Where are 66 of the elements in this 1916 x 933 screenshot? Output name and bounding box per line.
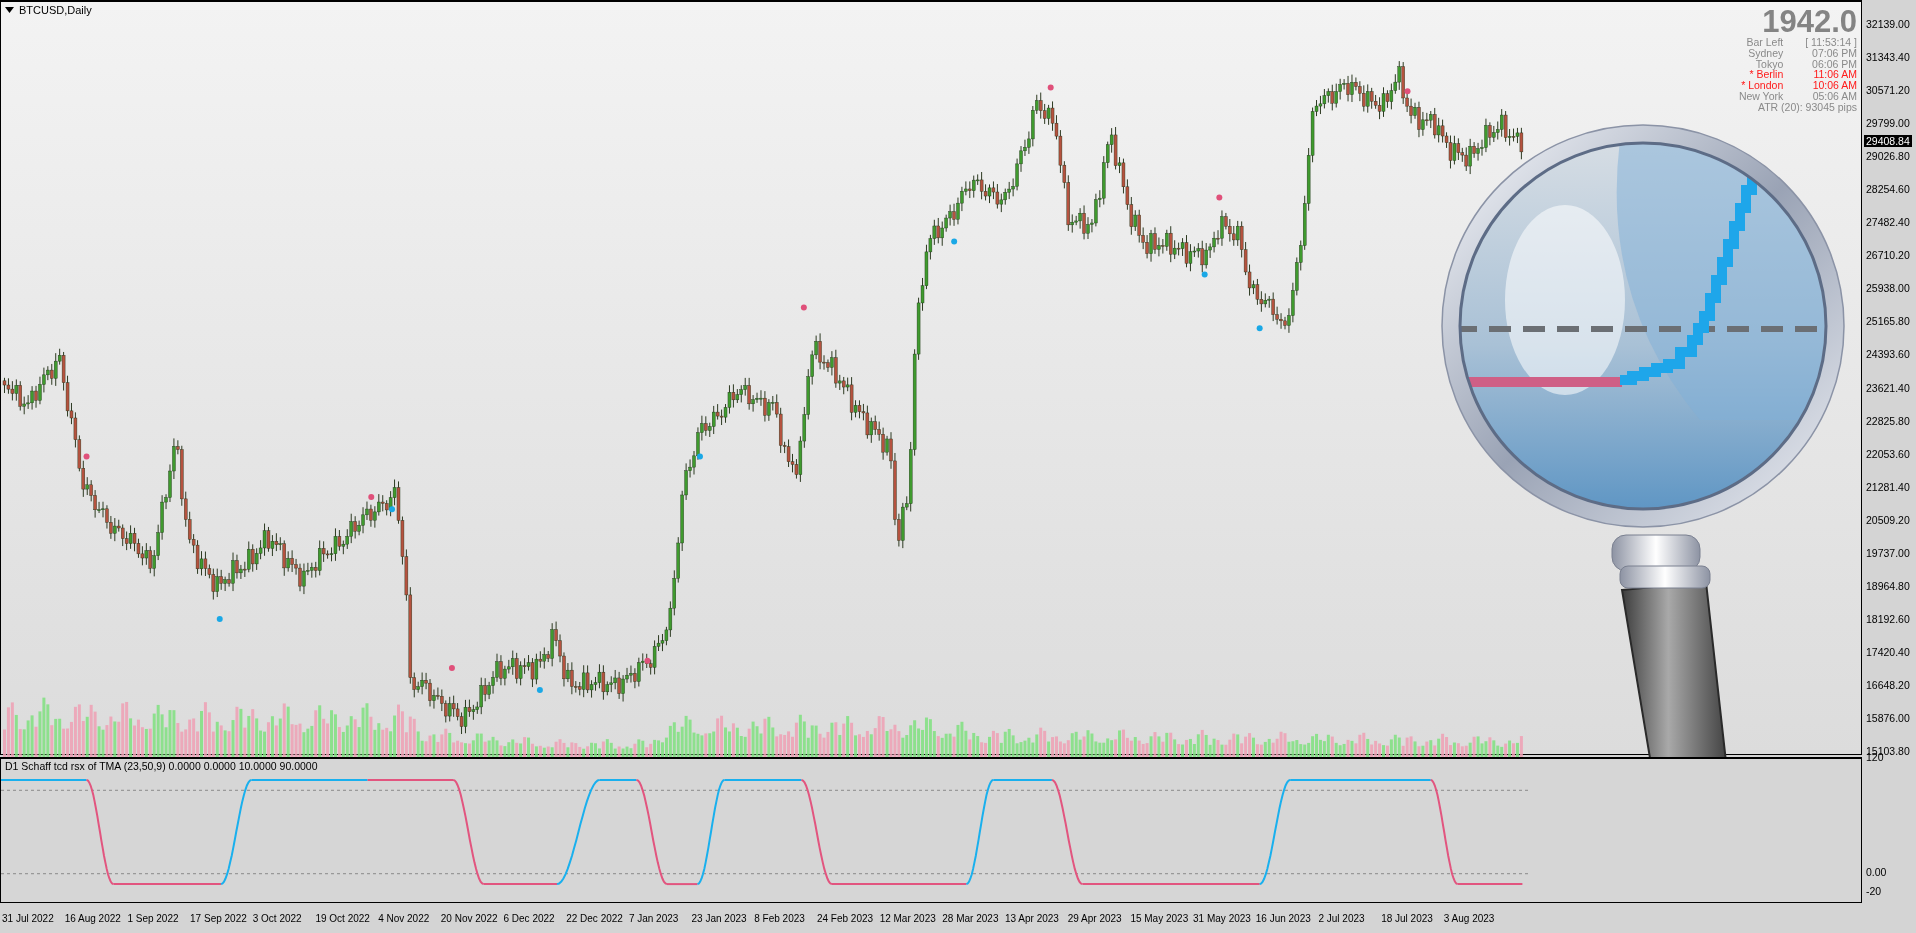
price-axis-label: 28254.60 (1866, 183, 1910, 196)
price-axis-label: 30571.20 (1866, 84, 1910, 97)
session-label: New York (1738, 91, 1784, 102)
price-axis-label: 18192.60 (1866, 612, 1910, 625)
spread-value: 1942.0 (1762, 6, 1857, 37)
indicator-axis-label: 0.00 (1866, 865, 1887, 878)
indicator-axis-label: -20 (1866, 885, 1882, 897)
session-time: 11:06 AM (1812, 69, 1857, 81)
price-axis-label: 15876.00 (1866, 711, 1910, 724)
time-axis-label: 4 Nov 2022 (378, 912, 431, 924)
caret-icon[interactable] (5, 7, 14, 13)
session-time: 07:06 PM (1811, 47, 1857, 59)
price-axis-label: 20509.20 (1866, 513, 1910, 526)
price-axis-label: 29026.80 (1866, 150, 1910, 163)
session-time: 10:06 AM (1811, 80, 1857, 91)
session-label: Bar Left (1745, 37, 1784, 48)
price-axis-label: 27482.40 (1866, 216, 1910, 229)
time-axis-label: 7 Jan 2023 (628, 912, 680, 924)
price-axis-label: 25938.00 (1866, 282, 1910, 295)
price-axis-label: 31343.40 (1866, 51, 1910, 64)
price-axis-label: 17420.40 (1866, 645, 1910, 658)
time-axis-label: 12 Mar 2023 (879, 912, 937, 924)
symbol-label: BTCUSD,Daily (19, 4, 92, 16)
price-axis-label: 23621.40 (1866, 381, 1910, 394)
price-axis-label: 21281.40 (1866, 480, 1910, 493)
atr-label: ATR (20): 93045 pips (1757, 101, 1857, 113)
price-axis-label: 26710.20 (1866, 249, 1910, 262)
time-axis-label: 3 Aug 2023 (1443, 912, 1496, 924)
indicator-title: D1 Schaff tcd rsx of TMA (23,50,9) 0.0000 0.0000 10.0000 90.0000 (5, 760, 318, 772)
time-axis-label: 31 Jul 2022 (2, 912, 55, 924)
time-axis-label: 17 Sep 2022 (190, 912, 248, 924)
time-axis-label: 31 May 2023 (1193, 912, 1252, 924)
session-time: 05:06 AM (1811, 91, 1857, 102)
time-axis-label: 6 Dec 2022 (503, 912, 556, 924)
time-axis-label: 19 Oct 2022 (315, 912, 371, 924)
price-axis-label: 18964.80 (1866, 579, 1910, 592)
session-time: 06:06 PM (1811, 58, 1857, 70)
current-price-marker: 29408.84 (1864, 134, 1912, 147)
session-time: [ 11:53:14 ] (1805, 37, 1857, 48)
time-axis-label: 16 Aug 2022 (64, 912, 122, 924)
time-axis-label: 22 Dec 2022 (566, 912, 624, 924)
time-axis-label: 20 Nov 2022 (440, 912, 499, 924)
time-axis-label: 15 May 2023 (1130, 912, 1190, 924)
time-axis-label: 28 Mar 2023 (942, 912, 1000, 924)
price-axis-label: 22825.80 (1866, 414, 1910, 427)
time-axis-label: 18 Jul 2023 (1381, 912, 1434, 924)
price-axis-label: 25165.80 (1866, 315, 1910, 328)
session-label: * London (1740, 80, 1784, 91)
time-axis-label: 24 Feb 2023 (816, 912, 875, 924)
time-axis-label: 2 Jul 2023 (1318, 912, 1366, 924)
price-axis-label: 29799.00 (1866, 117, 1910, 130)
time-axis-label: 23 Jan 2023 (691, 912, 748, 924)
time-axis-label: 16 Jun 2023 (1255, 912, 1312, 924)
time-axis-label: 13 Apr 2023 (1005, 912, 1060, 924)
price-axis-label: 32139.00 (1866, 18, 1910, 30)
price-axis-label: 22053.60 (1866, 447, 1910, 460)
price-axis-label: 16648.20 (1866, 678, 1910, 691)
time-axis-label: 8 Feb 2023 (754, 912, 806, 924)
price-axis-label: 19737.00 (1866, 546, 1910, 559)
session-label: Sydney (1747, 47, 1784, 59)
price-axis-label: 24393.60 (1866, 348, 1910, 361)
session-label: Tokyo (1755, 58, 1784, 70)
session-label: * Berlin (1748, 69, 1784, 81)
time-axis-label: 3 Oct 2022 (252, 912, 303, 924)
time-axis-label: 1 Sep 2022 (127, 912, 180, 924)
time-axis-label: 29 Apr 2023 (1067, 912, 1123, 924)
